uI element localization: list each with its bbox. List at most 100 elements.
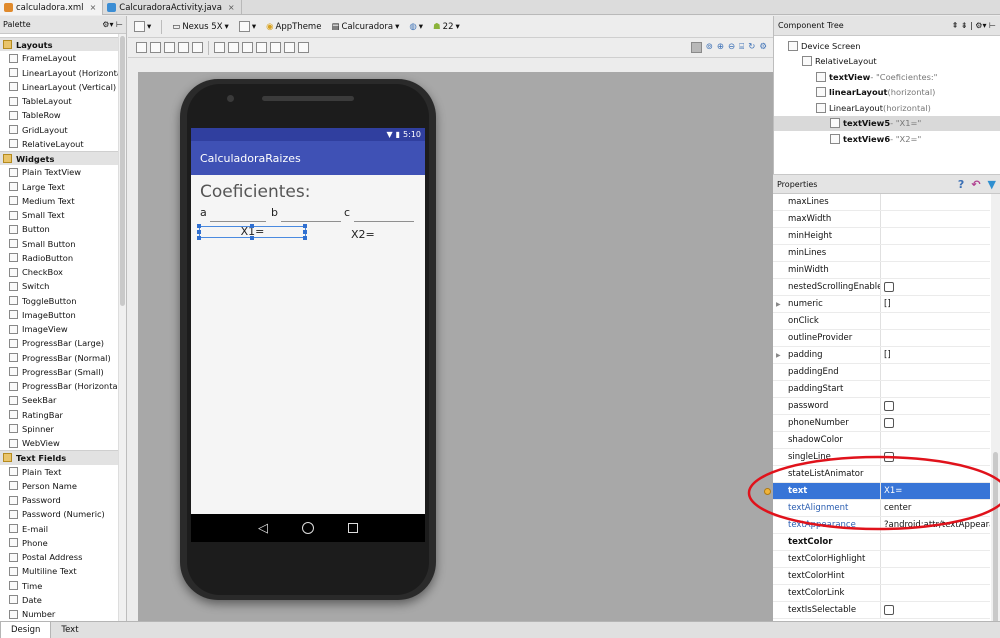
palette-item[interactable]: Number <box>0 607 119 621</box>
property-row[interactable]: ▶ numeric [] <box>773 296 990 313</box>
layout-height-icon[interactable] <box>150 42 161 53</box>
weight-icon[interactable] <box>284 42 295 53</box>
tree-node[interactable]: textView - "Coeficientes:" <box>774 69 1000 85</box>
property-row[interactable]: minLines <box>773 245 990 262</box>
property-row[interactable]: maxLines <box>773 194 990 211</box>
recents-nav-icon[interactable] <box>348 523 358 533</box>
property-value[interactable] <box>881 330 990 346</box>
tree-node[interactable]: linearLayout (horizontal) <box>774 85 1000 101</box>
margin-icon[interactable] <box>178 42 189 53</box>
palette-item[interactable]: RelativeLayout <box>0 137 119 151</box>
palette-scroll-thumb[interactable] <box>120 36 125 306</box>
palette-item[interactable]: Switch <box>0 279 119 293</box>
input-c[interactable] <box>354 221 414 222</box>
property-value[interactable] <box>881 279 990 295</box>
resize-handle[interactable] <box>197 236 201 240</box>
tree-node[interactable]: Device Screen <box>774 38 1000 54</box>
orientation-button[interactable]: ▾ <box>237 20 258 33</box>
distribute-icon[interactable] <box>214 42 225 53</box>
palette-item[interactable]: ToggleButton <box>0 294 119 308</box>
close-tab-icon[interactable]: × <box>90 3 97 12</box>
property-row[interactable]: minHeight <box>773 228 990 245</box>
property-value[interactable] <box>881 551 990 567</box>
resize-handle[interactable] <box>250 224 254 228</box>
property-row[interactable]: paddingEnd <box>773 364 990 381</box>
stretch-icon[interactable] <box>256 42 267 53</box>
palette-item[interactable]: Password <box>0 493 119 507</box>
palette-item[interactable]: ProgressBar (Small) <box>0 365 119 379</box>
property-row[interactable]: onClick <box>773 313 990 330</box>
align-right-icon[interactable] <box>242 42 253 53</box>
resize-handle[interactable] <box>303 224 307 228</box>
property-value[interactable] <box>881 313 990 329</box>
gravity-icon[interactable] <box>164 42 175 53</box>
clear-weights-icon[interactable] <box>298 42 309 53</box>
align-left-icon[interactable] <box>192 42 203 53</box>
label-a[interactable]: a <box>200 206 207 219</box>
coefficients-heading[interactable]: Coeficientes: <box>200 182 310 202</box>
palette-item[interactable]: ProgressBar (Horizontal) <box>0 379 123 393</box>
palette-item[interactable]: LinearLayout (Vertical) <box>0 80 119 94</box>
property-value[interactable] <box>881 585 990 601</box>
property-checkbox[interactable] <box>884 605 894 615</box>
zoom-actual-icon[interactable]: ⊚ <box>706 42 713 53</box>
property-value[interactable]: [] <box>881 296 990 312</box>
property-row[interactable]: phoneNumber <box>773 415 990 432</box>
palette-category[interactable]: Text Fields <box>0 450 119 465</box>
palette-item[interactable]: SeekBar <box>0 393 119 407</box>
editor-tab[interactable]: calculadora.xml × <box>0 0 104 15</box>
tree-tools-icon[interactable]: ⇞ ⇟ | ⚙▾ ⊢ <box>952 21 996 30</box>
api-selector[interactable]: ☗ 22 ▾ <box>431 21 462 33</box>
palette-item[interactable]: ImageView <box>0 322 119 336</box>
home-nav-icon[interactable] <box>302 522 314 534</box>
property-row[interactable]: password <box>773 398 990 415</box>
close-tab-icon[interactable]: × <box>228 3 235 12</box>
phone-screen[interactable]: ▼ ▮ 5:10 CalculadoraRaizes Coeficientes:… <box>191 128 425 514</box>
property-checkbox[interactable] <box>884 401 894 411</box>
editor-tab[interactable]: CalcuradoraActivity.java × <box>103 0 242 15</box>
palette-item[interactable]: Medium Text <box>0 194 119 208</box>
tree-node[interactable]: textView5 - "X1=" <box>774 115 1000 131</box>
x2-text[interactable]: X2= <box>351 228 375 241</box>
palette-item[interactable]: Small Button <box>0 237 119 251</box>
activity-selector[interactable]: ▤ Calcuradora ▾ <box>329 21 401 33</box>
locale-button[interactable]: ◍ ▾ <box>407 21 425 33</box>
property-row[interactable]: nestedScrollingEnabled <box>773 279 990 296</box>
theme-selector[interactable]: ◉ AppTheme <box>264 21 323 33</box>
property-row[interactable]: textIsSelectable <box>773 602 990 619</box>
palette-item[interactable]: Plain TextView <box>0 165 119 179</box>
palette-category[interactable]: Widgets <box>0 151 119 166</box>
property-checkbox[interactable] <box>884 282 894 292</box>
help-icon[interactable]: ? <box>958 178 964 191</box>
property-value[interactable] <box>881 568 990 584</box>
palette-item[interactable]: Multiline Text <box>0 564 119 578</box>
property-value[interactable]: [] <box>881 347 990 363</box>
palette-item[interactable]: Button <box>0 222 119 236</box>
palette-scrollbar[interactable] <box>118 34 126 621</box>
property-value[interactable] <box>881 381 990 397</box>
palette-item[interactable]: ProgressBar (Normal) <box>0 351 119 365</box>
property-value[interactable] <box>881 364 990 380</box>
property-checkbox[interactable] <box>884 418 894 428</box>
property-row[interactable]: textColorHighlight <box>773 551 990 568</box>
property-value[interactable] <box>881 245 990 261</box>
property-row[interactable]: outlineProvider <box>773 330 990 347</box>
resize-handle[interactable] <box>197 230 201 234</box>
expand-icon[interactable]: ▶ <box>776 352 781 359</box>
property-row[interactable]: ▶ padding [] <box>773 347 990 364</box>
palette-item[interactable]: Large Text <box>0 180 119 194</box>
zoom-to-fit-icon[interactable] <box>690 42 702 53</box>
resize-handle[interactable] <box>250 236 254 240</box>
palette-item[interactable]: Plain Text <box>0 465 119 479</box>
filter-icon[interactable]: ▼ <box>988 178 996 191</box>
palette-item[interactable]: Person Name <box>0 479 119 493</box>
zoom-out-icon[interactable]: ⊖ <box>728 42 735 53</box>
property-row[interactable]: minWidth <box>773 262 990 279</box>
zoom-in-icon[interactable]: ⊕ <box>717 42 724 53</box>
resize-handle[interactable] <box>303 230 307 234</box>
input-b[interactable] <box>281 221 341 222</box>
property-row[interactable]: paddingStart <box>773 381 990 398</box>
palette-item[interactable]: TableLayout <box>0 94 119 108</box>
palette-item[interactable]: Password (Numeric) <box>0 507 119 521</box>
palette-item[interactable]: RatingBar <box>0 408 119 422</box>
